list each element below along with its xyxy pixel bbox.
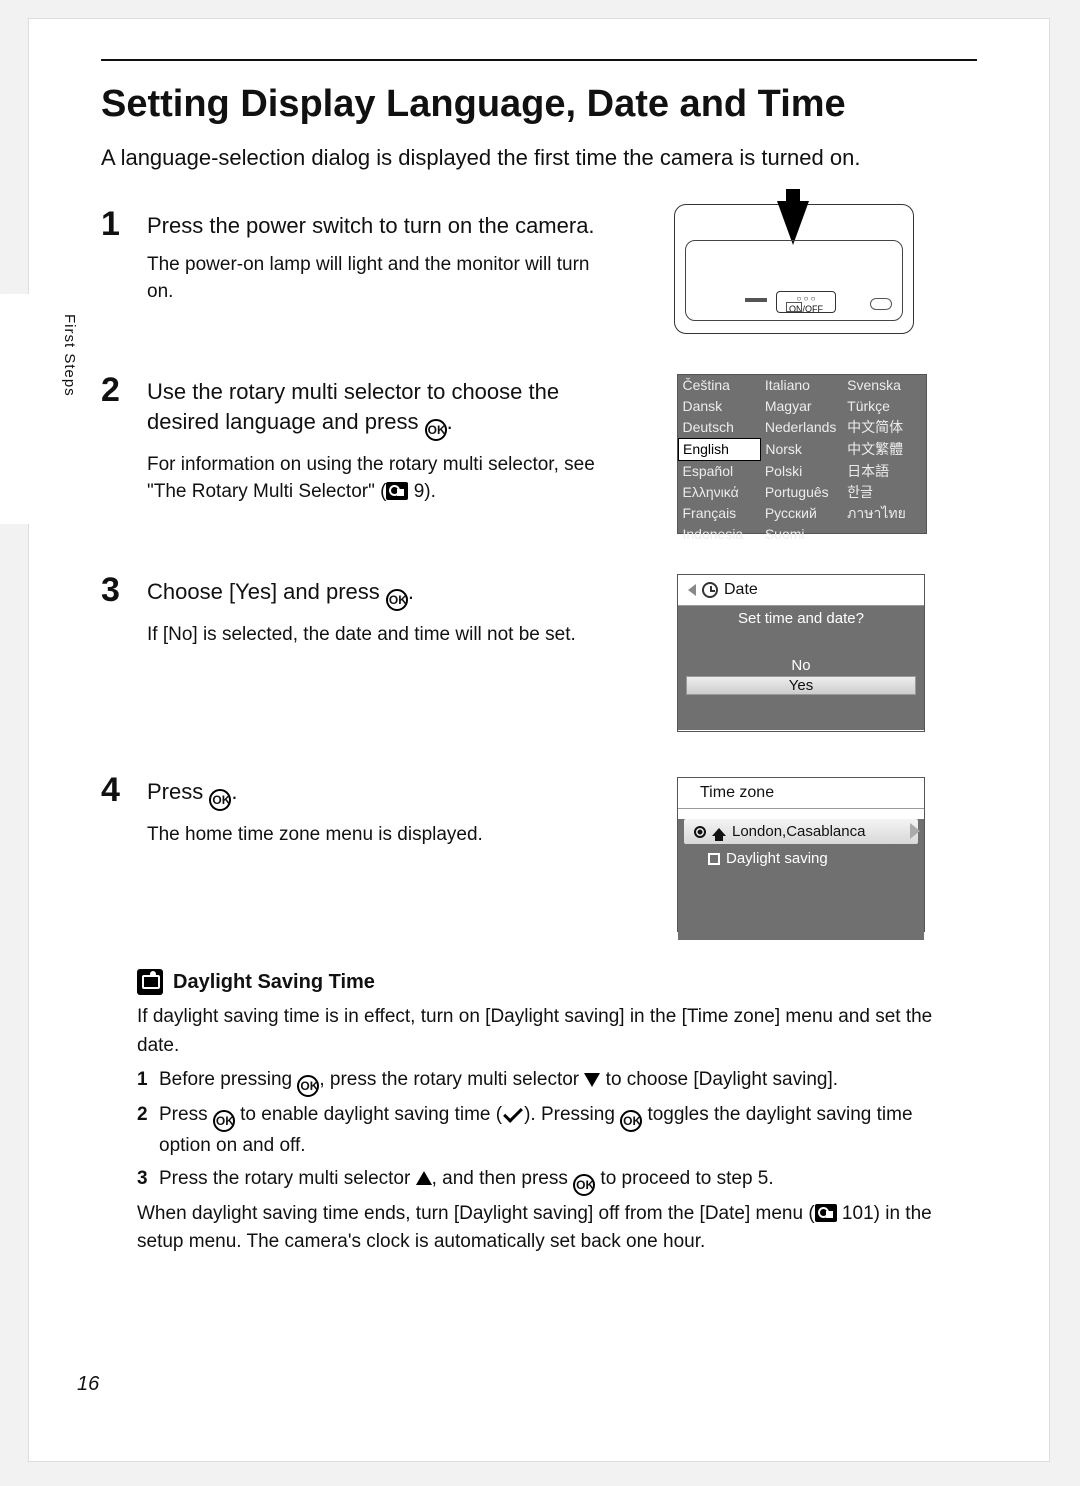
page-ref-icon — [815, 1204, 837, 1222]
dialog-header: Time zone — [678, 778, 924, 809]
language-option: Ελληνικά — [679, 482, 761, 503]
language-option: Svenska — [843, 375, 925, 396]
language-option: Nederlands — [761, 417, 843, 439]
step-heading: Choose [Yes] and press OK. — [147, 577, 621, 611]
language-option: Čeština — [679, 375, 761, 396]
note-paragraph: When daylight saving time ends, turn [Da… — [137, 1200, 959, 1257]
step-2: 2 Use the rotary multi selector to choos… — [101, 377, 621, 506]
note-step-3: 3 Press the rotary multi selector , and … — [137, 1165, 959, 1196]
dialog-title: Date — [724, 581, 758, 599]
home-icon — [712, 828, 726, 836]
language-option: Português — [761, 482, 843, 503]
note-title: Daylight Saving Time — [137, 969, 959, 995]
ok-button-icon: OK — [386, 589, 408, 611]
step-4: 4 Press OK. The home time zone menu is d… — [101, 777, 621, 849]
ok-button-icon: OK — [620, 1110, 642, 1132]
radio-selected-icon — [694, 826, 706, 838]
figure-timezone-dialog: Time zone London,Casablanca Daylight sav… — [677, 777, 925, 932]
clock-icon — [702, 582, 718, 598]
up-arrow-icon — [416, 1171, 432, 1185]
page-ref-icon — [386, 482, 408, 500]
note-steps: 1 Before pressing OK, press the rotary m… — [137, 1066, 959, 1196]
back-arrow-icon — [688, 584, 696, 596]
language-option: English — [679, 439, 761, 461]
language-option: Polski — [761, 461, 843, 483]
language-option — [843, 524, 925, 545]
dialog-title: Time zone — [700, 784, 774, 802]
step-heading: Use the rotary multi selector to choose … — [147, 377, 621, 441]
language-option: Español — [679, 461, 761, 483]
dialog-body: Set time and date? No Yes — [678, 606, 924, 730]
dialog-header: Date — [678, 575, 924, 606]
note-step-1: 1 Before pressing OK, press the rotary m… — [137, 1066, 959, 1097]
option-no: No — [678, 657, 924, 674]
language-option: Dansk — [679, 396, 761, 417]
step-3: 3 Choose [Yes] and press OK. If [No] is … — [101, 577, 621, 649]
language-option: ภาษาไทย — [843, 503, 925, 524]
language-option: Türkçe — [843, 396, 925, 417]
dialog-body: London,Casablanca Daylight saving — [678, 819, 924, 940]
ok-button-icon: OK — [425, 419, 447, 441]
dst-row: Daylight saving — [678, 846, 924, 871]
top-rule — [101, 59, 977, 61]
step-body: For information on using the rotary mult… — [147, 451, 621, 506]
note-step-2: 2 Press OK to enable daylight saving tim… — [137, 1101, 959, 1161]
figure-date-dialog: Date Set time and date? No Yes — [677, 574, 925, 732]
page-number: 16 — [77, 1373, 99, 1396]
language-option: 한글 — [843, 482, 925, 503]
language-option: 中文简体 — [843, 417, 925, 439]
step-number: 3 — [101, 571, 120, 610]
option-yes: Yes — [686, 676, 916, 695]
note-daylight-saving: Daylight Saving Time If daylight saving … — [137, 969, 959, 1263]
note-icon — [137, 969, 163, 995]
language-option: Norsk — [761, 439, 843, 461]
viewfinder-icon — [786, 302, 802, 312]
language-table: ČeštinaItalianoSvenska DanskMagyarTürkçe D… — [678, 375, 926, 545]
dialog-question: Set time and date? — [678, 606, 924, 627]
language-option: Deutsch — [679, 417, 761, 439]
check-icon — [503, 1103, 523, 1123]
language-option: Русский — [761, 503, 843, 524]
chapter-tab-label: First Steps — [61, 314, 78, 397]
ok-button-icon: OK — [297, 1075, 319, 1097]
chapter-tab — [0, 294, 61, 524]
intro-text: A language-selection dialog is displayed… — [101, 145, 860, 171]
figure-camera: ○ ○ ○ON/OFF — [674, 204, 914, 334]
timezone-row: London,Casablanca — [684, 819, 918, 844]
step-body: The power-on lamp will light and the mon… — [147, 251, 621, 306]
camera-body: ○ ○ ○ON/OFF — [685, 240, 903, 321]
step-body: The home time zone menu is displayed. — [147, 821, 621, 849]
step-number: 4 — [101, 771, 120, 810]
step-number: 1 — [101, 205, 120, 244]
language-option: 日本語 — [843, 461, 925, 483]
timezone-value: London,Casablanca — [732, 823, 865, 840]
language-option: Magyar — [761, 396, 843, 417]
down-arrow-icon — [584, 1073, 600, 1087]
step-heading: Press the power switch to turn on the ca… — [147, 211, 621, 241]
power-arrow-icon — [777, 201, 809, 245]
language-option: Italiano — [761, 375, 843, 396]
language-option: Français — [679, 503, 761, 524]
step-1: 1 Press the power switch to turn on the … — [101, 211, 621, 306]
language-option: Suomi — [761, 524, 843, 545]
language-option: Indonesia — [679, 524, 761, 545]
ok-button-icon: OK — [213, 1110, 235, 1132]
step-number: 2 — [101, 371, 120, 410]
figure-language-menu: ČeštinaItalianoSvenska DanskMagyarTürkçe D… — [677, 374, 927, 534]
ok-button-icon: OK — [573, 1174, 595, 1196]
ok-button-icon: OK — [209, 789, 231, 811]
step-heading: Press OK. — [147, 777, 621, 811]
dst-label: Daylight saving — [726, 850, 828, 867]
power-switch: ○ ○ ○ON/OFF — [776, 291, 836, 313]
note-paragraph: If daylight saving time is in effect, tu… — [137, 1003, 959, 1060]
manual-page: First Steps Setting Display Language, Da… — [28, 18, 1050, 1462]
page-title: Setting Display Language, Date and Time — [101, 83, 846, 126]
strap-loop-icon — [870, 298, 892, 310]
checkbox-empty-icon — [708, 853, 720, 865]
language-option: 中文繁體 — [843, 439, 925, 461]
step-body: If [No] is selected, the date and time w… — [147, 621, 621, 649]
